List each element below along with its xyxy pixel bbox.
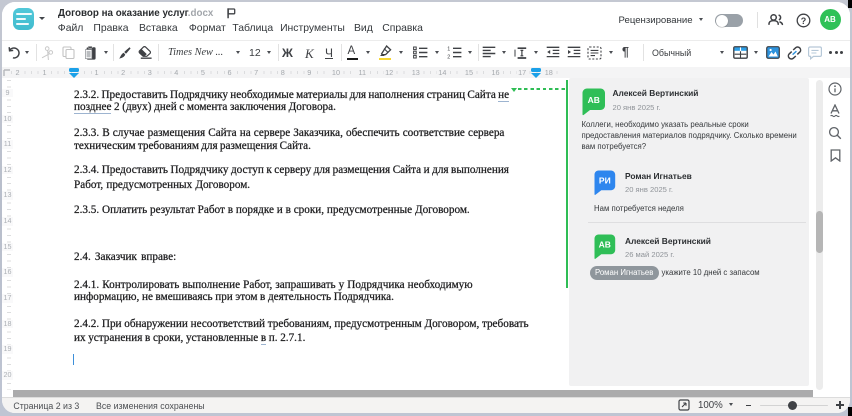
svg-text:?: ? [800,15,806,25]
svg-text:2: 2 [447,55,450,59]
svg-text:РИ: РИ [598,175,610,185]
svg-text:АВ: АВ [587,94,599,104]
svg-text:1: 1 [447,46,450,52]
svg-text:АВ: АВ [598,240,610,250]
